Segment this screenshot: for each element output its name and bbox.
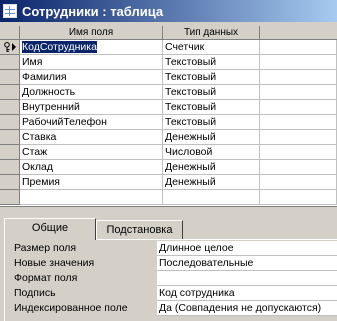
description-header: [260, 26, 337, 40]
property-value[interactable]: Код сотрудника: [157, 286, 337, 301]
property-value[interactable]: Да (Совпадения не допускаются): [157, 301, 337, 316]
table-row[interactable]: Оклад Денежный: [0, 160, 337, 175]
data-type-cell[interactable]: Счетчик: [163, 40, 260, 55]
data-type-cell[interactable]: Текстовый: [163, 55, 260, 70]
field-name-cell[interactable]: Должность: [20, 85, 163, 100]
row-selector[interactable]: [0, 85, 20, 100]
data-type-cell[interactable]: Числовой: [163, 145, 260, 160]
table-row[interactable]: Премия Денежный: [0, 175, 337, 190]
tab-lookup[interactable]: Подстановка: [96, 220, 183, 240]
field-name-header: Имя поля: [20, 26, 163, 40]
description-cell[interactable]: [260, 100, 337, 115]
row-selector[interactable]: [0, 115, 20, 130]
description-cell[interactable]: [260, 115, 337, 130]
table-row[interactable]: [0, 190, 337, 205]
field-name-cell[interactable]: РабочийТелефон: [20, 115, 163, 130]
field-name-cell[interactable]: Ставка: [20, 130, 163, 145]
table-row[interactable]: Имя Текстовый: [0, 55, 337, 70]
row-selector[interactable]: [0, 190, 20, 205]
data-type-cell[interactable]: [163, 190, 260, 205]
field-name-cell[interactable]: [20, 190, 163, 205]
data-type-cell[interactable]: Текстовый: [163, 115, 260, 130]
table-icon: [3, 4, 17, 18]
grid-header: Имя поля Тип данных: [0, 26, 337, 40]
table-row[interactable]: Ставка Денежный: [0, 130, 337, 145]
window-titlebar[interactable]: Сотрудники : таблица: [0, 0, 337, 22]
property-row[interactable]: Размер поля Длинное целое: [14, 241, 337, 256]
row-selector[interactable]: [0, 175, 20, 190]
property-value[interactable]: Длинное целое: [157, 241, 337, 256]
data-type-cell[interactable]: Денежный: [163, 160, 260, 175]
row-selector[interactable]: [0, 145, 20, 160]
data-type-cell[interactable]: Текстовый: [163, 100, 260, 115]
window-title: Сотрудники : таблица: [22, 3, 164, 19]
property-row[interactable]: Новые значения Последовательные: [14, 256, 337, 271]
field-properties-pane: Общие Подстановка Размер поля Длинное це…: [0, 209, 337, 321]
data-type-header: Тип данных: [163, 26, 260, 40]
field-name-cell[interactable]: Внутренний: [20, 100, 163, 115]
property-row[interactable]: Формат поля: [14, 271, 337, 286]
data-type-cell[interactable]: Денежный: [163, 130, 260, 145]
tab-general[interactable]: Общие: [4, 218, 96, 240]
description-cell[interactable]: [260, 160, 337, 175]
description-cell[interactable]: [260, 40, 337, 55]
row-selector[interactable]: [0, 160, 20, 175]
property-value[interactable]: Последовательные: [157, 256, 337, 271]
property-value[interactable]: [157, 271, 337, 286]
property-label: Новые значения: [14, 257, 95, 269]
row-selector[interactable]: [0, 130, 20, 145]
field-name-cell[interactable]: Имя: [20, 55, 163, 70]
table-row[interactable]: Внутренний Текстовый: [0, 100, 337, 115]
description-cell[interactable]: [260, 130, 337, 145]
row-selector-header[interactable]: [0, 26, 20, 40]
table-row[interactable]: Должность Текстовый: [0, 85, 337, 100]
description-cell[interactable]: [260, 145, 337, 160]
field-design-grid: Имя поля Тип данных КодСотрудника Счетчи…: [0, 26, 337, 207]
table-row[interactable]: Фамилия Текстовый: [0, 70, 337, 85]
description-cell[interactable]: [260, 55, 337, 70]
row-selector[interactable]: [0, 100, 20, 115]
property-label: Формат поля: [14, 272, 78, 284]
primary-key-icon: [4, 42, 10, 52]
table-row[interactable]: КодСотрудника Счетчик: [0, 40, 337, 55]
data-type-cell[interactable]: Текстовый: [163, 85, 260, 100]
field-name-cell[interactable]: КодСотрудника: [20, 40, 163, 55]
field-name-cell[interactable]: Стаж: [20, 145, 163, 160]
current-row-arrow-icon: [12, 43, 16, 51]
field-name-cell[interactable]: Фамилия: [20, 70, 163, 85]
row-selector[interactable]: [0, 40, 20, 55]
property-label: Размер поля: [14, 242, 77, 254]
description-cell[interactable]: [260, 175, 337, 190]
data-type-cell[interactable]: Текстовый: [163, 70, 260, 85]
row-selector[interactable]: [0, 70, 20, 85]
field-name-cell[interactable]: Премия: [20, 175, 163, 190]
description-cell[interactable]: [260, 85, 337, 100]
table-row[interactable]: Стаж Числовой: [0, 145, 337, 160]
property-label: Подпись: [14, 287, 56, 299]
table-row[interactable]: РабочийТелефон Текстовый: [0, 115, 337, 130]
data-type-cell[interactable]: Денежный: [163, 175, 260, 190]
description-cell[interactable]: [260, 70, 337, 85]
description-cell[interactable]: [260, 190, 337, 205]
row-selector[interactable]: [0, 55, 20, 70]
field-name-cell[interactable]: Оклад: [20, 160, 163, 175]
property-row[interactable]: Подпись Код сотрудника: [14, 286, 337, 301]
property-row[interactable]: Индексированное поле Да (Совпадения не д…: [14, 301, 337, 316]
property-label: Индексированное поле: [14, 302, 128, 314]
